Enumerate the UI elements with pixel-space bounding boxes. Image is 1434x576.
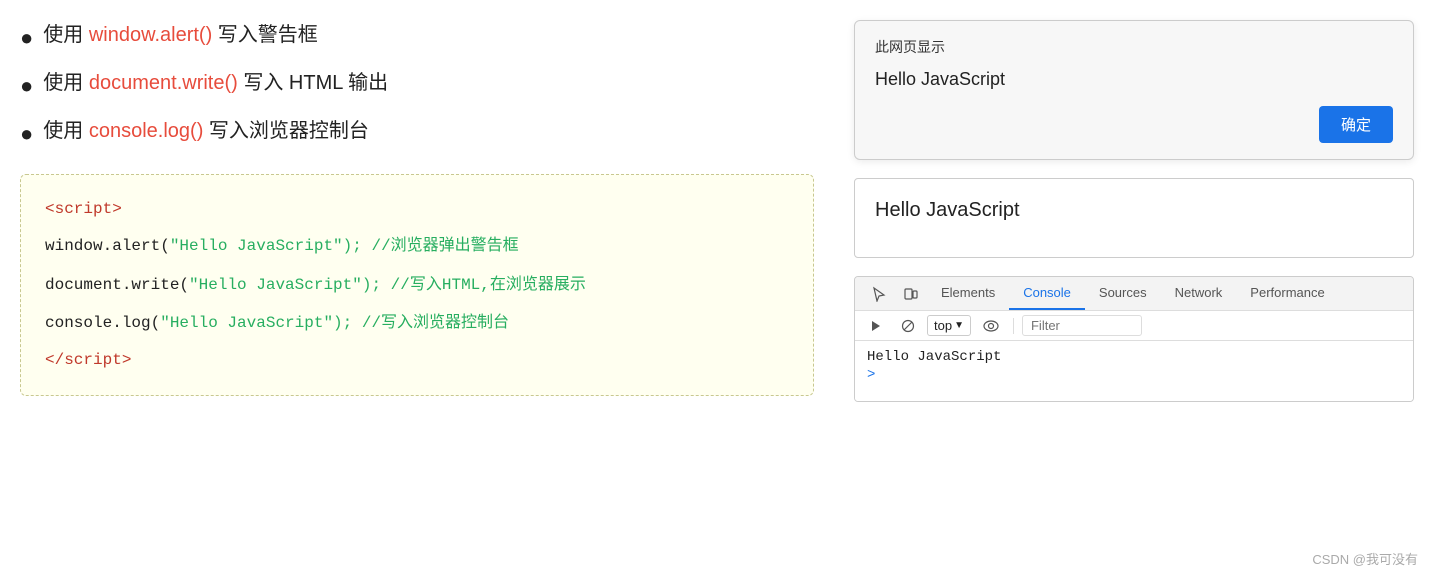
bullet-text-1: 使用 window.alert() 写入警告框 — [43, 20, 318, 50]
console-tabs-bar: Elements Console Sources Network Perform… — [855, 277, 1413, 311]
code-line3-plain: console.log( — [45, 314, 160, 332]
console-output-line: Hello JavaScript — [867, 349, 1401, 365]
doc-write-output: Hello JavaScript — [854, 178, 1414, 258]
code-line2-rest: ); //写入HTML,在浏览器展示 — [362, 276, 586, 294]
bullet-dot-3: ● — [20, 117, 33, 150]
code-block: <script> window.alert("Hello JavaScript"… — [20, 174, 814, 396]
top-dropdown-arrow: ▼ — [954, 320, 964, 331]
bullet-text-after-3: 写入浏览器控制台 — [203, 120, 369, 142]
code-line-2: document.write("Hello JavaScript"); //写入… — [45, 271, 789, 300]
alert-button-row: 确定 — [875, 106, 1393, 143]
code-line2-string: "Hello JavaScript" — [189, 276, 362, 294]
top-label: top — [934, 318, 952, 333]
code-line1-plain: window.alert( — [45, 237, 170, 255]
bullet-text-3: 使用 console.log() 写入浏览器控制台 — [43, 116, 369, 146]
console-prompt[interactable]: > — [867, 367, 1401, 383]
bullet-item-2: ● 使用 document.write() 写入 HTML 输出 — [20, 68, 814, 102]
bullet-text-before-1: 使用 — [43, 24, 89, 46]
code-line1-rest: ); //浏览器弹出警告框 — [343, 237, 519, 255]
code-line1-string: "Hello JavaScript" — [170, 237, 343, 255]
left-panel: ● 使用 window.alert() 写入警告框 ● 使用 document.… — [20, 20, 814, 556]
bullet-item-1: ● 使用 window.alert() 写入警告框 — [20, 20, 814, 54]
console-run-icon[interactable] — [863, 317, 889, 335]
bullet-text-before-3: 使用 — [43, 120, 89, 142]
tab-elements[interactable]: Elements — [927, 277, 1009, 310]
bullet-text-before-2: 使用 — [43, 72, 89, 94]
console-eye-icon[interactable] — [977, 318, 1005, 334]
console-filter-input[interactable] — [1022, 315, 1142, 336]
console-inspect-icon[interactable] — [863, 280, 895, 308]
code-line-1: window.alert("Hello JavaScript"); //浏览器弹… — [45, 232, 789, 261]
bullet-code-1: window.alert() — [89, 24, 212, 46]
tab-performance[interactable]: Performance — [1236, 277, 1338, 310]
bullet-dot-2: ● — [20, 69, 33, 102]
code-open-tag: <script> — [45, 195, 789, 224]
console-panel: Elements Console Sources Network Perform… — [854, 276, 1414, 402]
watermark: CSDN @我可没有 — [1312, 549, 1418, 568]
alert-title: 此网页显示 — [875, 37, 1393, 57]
code-close-tag: </script> — [45, 346, 789, 375]
top-select[interactable]: top ▼ — [927, 315, 971, 336]
bullet-code-3: console.log() — [89, 120, 204, 142]
bullet-code-2: document.write() — [89, 72, 238, 94]
console-toolbar: top ▼ — [855, 311, 1413, 341]
code-line-3: console.log("Hello JavaScript"); //写入浏览器… — [45, 309, 789, 338]
confirm-button[interactable]: 确定 — [1319, 106, 1393, 143]
toolbar-divider — [1013, 318, 1014, 334]
bullet-text-after-2: 写入 HTML 输出 — [238, 72, 388, 94]
tab-console[interactable]: Console — [1009, 277, 1085, 310]
bullet-text-2: 使用 document.write() 写入 HTML 输出 — [43, 68, 388, 98]
console-ban-icon[interactable] — [895, 317, 921, 335]
code-line3-rest: ); //写入浏览器控制台 — [333, 314, 509, 332]
bullet-item-3: ● 使用 console.log() 写入浏览器控制台 — [20, 116, 814, 150]
code-line3-string: "Hello JavaScript" — [160, 314, 333, 332]
alert-message: Hello JavaScript — [875, 69, 1393, 90]
bullet-dot-1: ● — [20, 21, 33, 54]
right-panel: 此网页显示 Hello JavaScript 确定 Hello JavaScri… — [854, 20, 1414, 556]
code-line2-plain: document.write( — [45, 276, 189, 294]
console-body: Hello JavaScript > — [855, 341, 1413, 401]
bullet-list: ● 使用 window.alert() 写入警告框 ● 使用 document.… — [20, 20, 814, 150]
console-device-icon[interactable] — [895, 280, 927, 308]
bullet-text-after-1: 写入警告框 — [212, 24, 318, 46]
tab-network[interactable]: Network — [1161, 277, 1237, 310]
alert-dialog: 此网页显示 Hello JavaScript 确定 — [854, 20, 1414, 160]
tab-sources[interactable]: Sources — [1085, 277, 1161, 310]
